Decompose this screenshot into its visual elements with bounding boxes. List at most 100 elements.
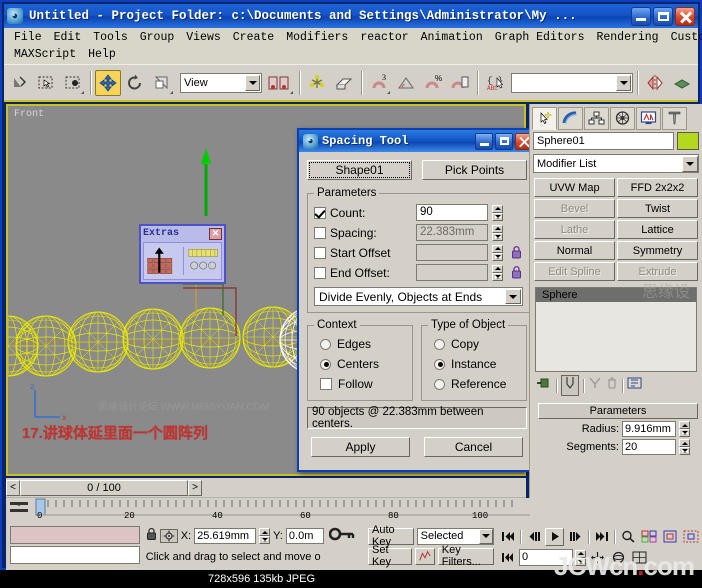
parameters-rollout-header[interactable]: Parameters [538, 403, 698, 419]
menu-maxscript[interactable]: MAXScript [8, 47, 82, 63]
set-key-button[interactable]: Set Key [368, 544, 412, 568]
menu-graph-editors[interactable]: Graph Editors [489, 30, 591, 46]
hierarchy-tab[interactable] [584, 106, 609, 130]
undo-icon[interactable] [6, 69, 32, 96]
cancel-button[interactable]: Cancel [424, 437, 523, 457]
object-name-input[interactable]: Sphere01 [533, 132, 674, 150]
next-frame-icon[interactable] [566, 527, 585, 546]
array-icon[interactable] [331, 69, 357, 96]
count-input[interactable]: 90 [416, 204, 488, 221]
modifier-list-combo[interactable]: Modifier List [533, 154, 699, 173]
modifier-lattice[interactable]: Lattice [617, 220, 698, 239]
spinner-snap-icon[interactable] [447, 69, 473, 96]
zoom-icon[interactable] [618, 527, 637, 546]
key-icon[interactable] [328, 527, 355, 546]
start-offset-lock-icon[interactable] [509, 245, 523, 260]
modify-tab[interactable] [558, 106, 583, 130]
close-icon[interactable] [675, 6, 695, 26]
spacing-spinner[interactable] [492, 224, 503, 241]
count-spinner[interactable] [492, 204, 503, 221]
end-offset-input[interactable] [416, 264, 488, 281]
y-input[interactable]: 0.0m [285, 528, 324, 544]
utilities-tab[interactable] [662, 106, 687, 130]
lock-icon[interactable] [146, 527, 157, 546]
start-offset-spinner[interactable] [492, 244, 503, 261]
key-curve-icon[interactable] [414, 547, 435, 565]
select-and-rotate-icon[interactable] [122, 69, 148, 96]
modifier-bevel[interactable]: Bevel [534, 199, 615, 218]
select-and-scale-icon[interactable] [149, 69, 175, 96]
spacing-tool-icon[interactable] [187, 244, 221, 278]
chevron-down-icon-2[interactable] [616, 74, 631, 91]
start-offset-input[interactable] [416, 244, 488, 261]
percent-snap-icon[interactable]: % [420, 69, 446, 96]
create-tab[interactable] [532, 106, 557, 130]
menu-animation[interactable]: Animation [415, 30, 489, 46]
type-instance-row[interactable]: Instance [428, 354, 520, 374]
zoom-region-icon[interactable] [681, 527, 700, 546]
menu-edit[interactable]: Edit [48, 30, 88, 46]
type-reference-radio[interactable] [434, 378, 445, 390]
timeline[interactable]: 0 20 40 60 80 100 [6, 498, 702, 524]
play-icon[interactable] [545, 527, 564, 546]
x-input[interactable]: 25.619mm [194, 528, 257, 544]
selection-lock-icon[interactable] [159, 529, 178, 543]
menu-create[interactable]: Create [227, 30, 280, 46]
context-centers-row[interactable]: Centers [314, 354, 406, 374]
context-follow-row[interactable]: Follow [314, 374, 406, 394]
maximize-icon[interactable] [653, 6, 673, 26]
key-mode-combo[interactable]: Selected [416, 527, 494, 545]
menu-tools[interactable]: Tools [87, 30, 134, 46]
menu-modifiers[interactable]: Modifiers [280, 30, 354, 46]
context-centers-radio[interactable] [320, 358, 331, 370]
segments-spinner[interactable] [679, 439, 690, 455]
pin-stack-icon[interactable] [536, 376, 552, 395]
menu-help[interactable]: Help [82, 47, 122, 63]
minimize-icon[interactable] [475, 132, 493, 150]
make-unique-icon[interactable] [588, 376, 602, 395]
select-object-icon[interactable] [33, 69, 59, 96]
named-selection-field[interactable] [511, 72, 633, 93]
angle-snap-icon[interactable] [393, 69, 419, 96]
context-follow-checkbox[interactable] [320, 378, 332, 390]
spacing-checkbox[interactable] [314, 226, 326, 239]
segments-input[interactable]: 20 [622, 439, 676, 455]
extras-floater[interactable]: Extras ✕ [139, 224, 226, 284]
frame-display[interactable]: 0 / 100 [20, 479, 188, 496]
menu-group[interactable]: Group [134, 30, 181, 46]
select-and-move-icon[interactable] [95, 69, 121, 96]
next-frame-button[interactable]: > [188, 479, 202, 496]
divide-mode-combo[interactable]: Divide Evenly, Objects at Ends [314, 287, 523, 306]
type-instance-radio[interactable] [434, 358, 445, 370]
apply-button[interactable]: Apply [311, 437, 410, 457]
minimize-icon[interactable] [631, 6, 651, 26]
x-spinner[interactable] [259, 528, 271, 544]
select-by-name-icon[interactable] [60, 69, 86, 96]
chevron-down-icon[interactable] [245, 74, 260, 91]
display-tab[interactable] [636, 106, 661, 130]
menu-views[interactable]: Views [180, 30, 227, 46]
auto-key-button[interactable]: Auto Key [368, 524, 414, 548]
menu-customize[interactable]: Customize [665, 30, 702, 46]
context-edges-row[interactable]: Edges [314, 334, 406, 354]
chevron-down-icon[interactable] [479, 528, 493, 544]
type-reference-row[interactable]: Reference [428, 374, 520, 394]
object-color-swatch[interactable] [677, 132, 699, 150]
go-to-start-icon[interactable] [498, 527, 517, 546]
zoom-all-icon[interactable] [639, 527, 658, 546]
menu-reactor[interactable]: reactor [354, 30, 414, 46]
menu-file[interactable]: File [8, 30, 48, 46]
context-edges-radio[interactable] [320, 338, 331, 350]
show-end-result-icon[interactable] [561, 375, 579, 396]
prev-frame-icon[interactable] [524, 527, 543, 546]
close-icon[interactable]: ✕ [209, 227, 222, 240]
type-copy-radio[interactable] [434, 338, 445, 350]
start-offset-checkbox[interactable] [314, 246, 326, 259]
modifier-ffd-2x2x2[interactable]: FFD 2x2x2 [617, 178, 698, 197]
mirror-icon[interactable] [642, 69, 668, 96]
modifier-normal[interactable]: Normal [534, 241, 615, 260]
align-icon[interactable] [304, 69, 330, 96]
modifier-symmetry[interactable]: Symmetry [617, 241, 698, 260]
chevron-down-icon[interactable] [505, 289, 521, 304]
modifier-lathe[interactable]: Lathe [534, 220, 615, 239]
